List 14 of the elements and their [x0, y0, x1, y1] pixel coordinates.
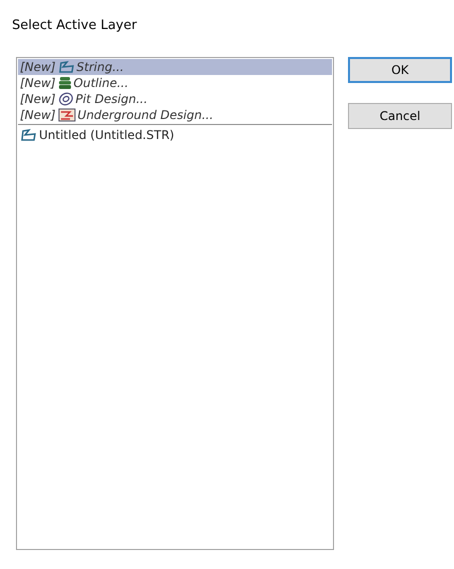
layer-list[interactable]: [New] String... [New] Outline... [New] Pit Design... [New] Underground Design... Untitled (Untitled.STR) — [16, 57, 334, 550]
cancel-button[interactable]: Cancel — [348, 103, 452, 129]
layer-item[interactable]: [New] String... — [18, 59, 332, 75]
ellipse-icon — [58, 92, 74, 106]
string-icon — [20, 128, 37, 142]
stack-icon — [58, 76, 72, 90]
dialog-title: Select Active Layer — [11, 17, 138, 33]
tunnel-icon — [58, 108, 76, 122]
layer-item[interactable]: [New] Pit Design... — [18, 91, 332, 107]
layer-item[interactable]: [New] Outline... — [18, 75, 332, 91]
string-icon — [58, 60, 75, 74]
layer-item[interactable]: Untitled (Untitled.STR) — [18, 127, 332, 143]
layer-item[interactable]: [New] Underground Design... — [18, 107, 332, 123]
ok-button[interactable]: OK — [348, 57, 452, 83]
